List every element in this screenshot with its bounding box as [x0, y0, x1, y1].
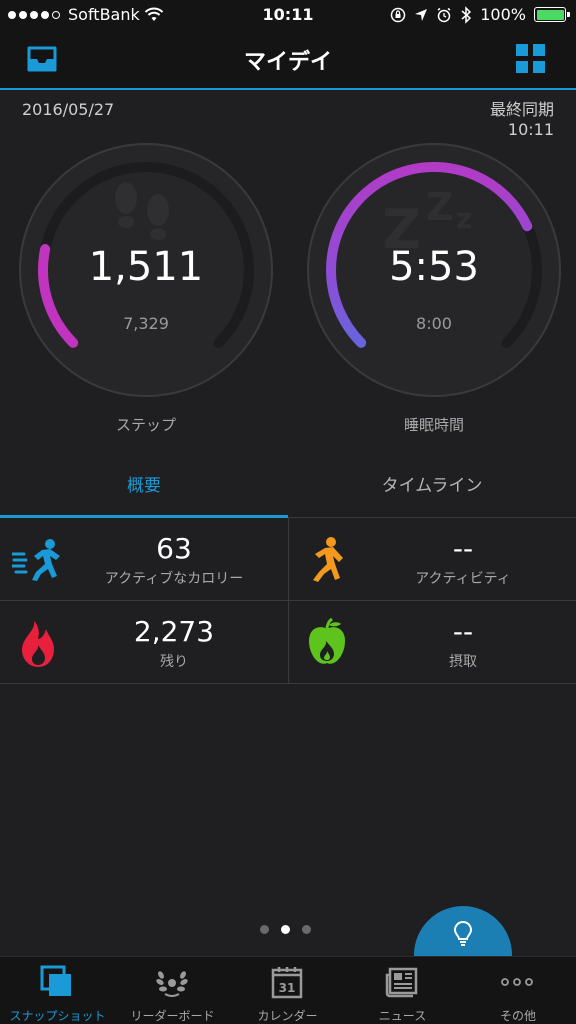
activity-value: -- — [452, 532, 474, 565]
remaining-cell[interactable]: 2,273 残り — [0, 601, 288, 684]
activity-runner-icon — [313, 537, 343, 582]
location-icon — [415, 8, 428, 21]
activity-cell[interactable]: -- アクティビティ — [288, 518, 576, 601]
svg-text:Z: Z — [426, 185, 454, 229]
alarm-icon — [437, 7, 451, 22]
intake-label: 摂取 — [449, 654, 477, 670]
sleep-goal: 8:00 — [416, 314, 452, 333]
orientation-lock-icon — [391, 7, 406, 22]
laurel-icon — [156, 971, 188, 997]
more-dots-icon — [501, 978, 533, 986]
steps-goal: 7,329 — [123, 314, 169, 333]
sync-time: 10:11 — [507, 120, 554, 139]
active-calories-cell[interactable]: 63 アクティブなカロリー — [0, 518, 288, 601]
apple-icon — [309, 617, 345, 664]
calendar-day: 31 — [279, 981, 296, 995]
calendar-icon: 31 — [271, 967, 303, 999]
bottom-tab-bar: スナップショット リーダーボード 31 カレンダー ニュース その他 — [0, 956, 576, 1024]
tab-calendar-label: カレンダー — [257, 1009, 318, 1023]
tab-calendar[interactable]: 31 カレンダー — [230, 957, 345, 1024]
stats-grid: 63 アクティブなカロリー -- アクティビティ 2,273 残り -- 摂取 — [0, 518, 576, 684]
running-man-icon — [12, 539, 60, 581]
tab-news[interactable]: ニュース — [345, 957, 460, 1024]
tab-more[interactable]: その他 — [460, 957, 576, 1024]
steps-gauge[interactable]: 1,511 7,329 — [16, 140, 276, 400]
remaining-value: 2,273 — [133, 615, 215, 648]
last-sync: 最終同期 10:11 — [490, 100, 554, 140]
page-indicator[interactable] — [260, 925, 311, 934]
summary-date: 2016/05/27 — [22, 100, 115, 119]
tab-timeline[interactable]: タイムライン — [288, 458, 576, 518]
battery-icon — [534, 7, 570, 22]
tab-overview[interactable]: 概要 — [0, 458, 288, 518]
tab-leaderboard-label: リーダーボード — [130, 1009, 215, 1023]
grid-icon[interactable] — [516, 44, 546, 74]
snapshot-icon — [40, 965, 71, 996]
active-calories-label: アクティブなカロリー — [104, 571, 244, 587]
status-bar: SoftBank 10:11 100% — [0, 0, 576, 30]
tab-leaderboard[interactable]: リーダーボード — [115, 957, 230, 1024]
tab-snapshot[interactable]: スナップショット — [0, 957, 115, 1024]
page-dot — [302, 925, 311, 934]
sleep-label: 睡眠時間 — [403, 416, 464, 434]
page-dot-active — [281, 925, 290, 934]
page-dot — [260, 925, 269, 934]
tab-snapshot-label: スナップショット — [9, 1009, 106, 1023]
battery-percent: 100% — [480, 5, 526, 24]
view-tabs: 概要 タイムライン — [0, 458, 576, 518]
steps-label: ステップ — [115, 416, 176, 434]
lightbulb-icon — [453, 920, 473, 946]
bluetooth-icon — [461, 5, 472, 24]
intake-value: -- — [452, 615, 474, 648]
activity-label: アクティビティ — [415, 571, 511, 587]
page-title: マイデイ — [243, 50, 332, 75]
sleep-value: 5:53 — [389, 244, 479, 290]
tab-more-label: その他 — [499, 1009, 536, 1023]
nav-bar: マイデイ — [0, 30, 576, 90]
status-icons: 100% — [390, 5, 570, 24]
active-calories-value: 63 — [156, 532, 192, 565]
sleep-gauge[interactable]: Z Z z 5:53 8:00 — [304, 140, 564, 400]
steps-value: 1,511 — [88, 244, 204, 290]
newspaper-icon — [385, 967, 418, 998]
remaining-label: 残り — [160, 654, 188, 670]
intake-cell[interactable]: -- 摂取 — [288, 601, 576, 684]
tab-news-label: ニュース — [378, 1009, 427, 1023]
flame-icon — [22, 621, 54, 667]
sync-label: 最終同期 — [489, 100, 554, 119]
svg-text:z: z — [456, 202, 472, 235]
